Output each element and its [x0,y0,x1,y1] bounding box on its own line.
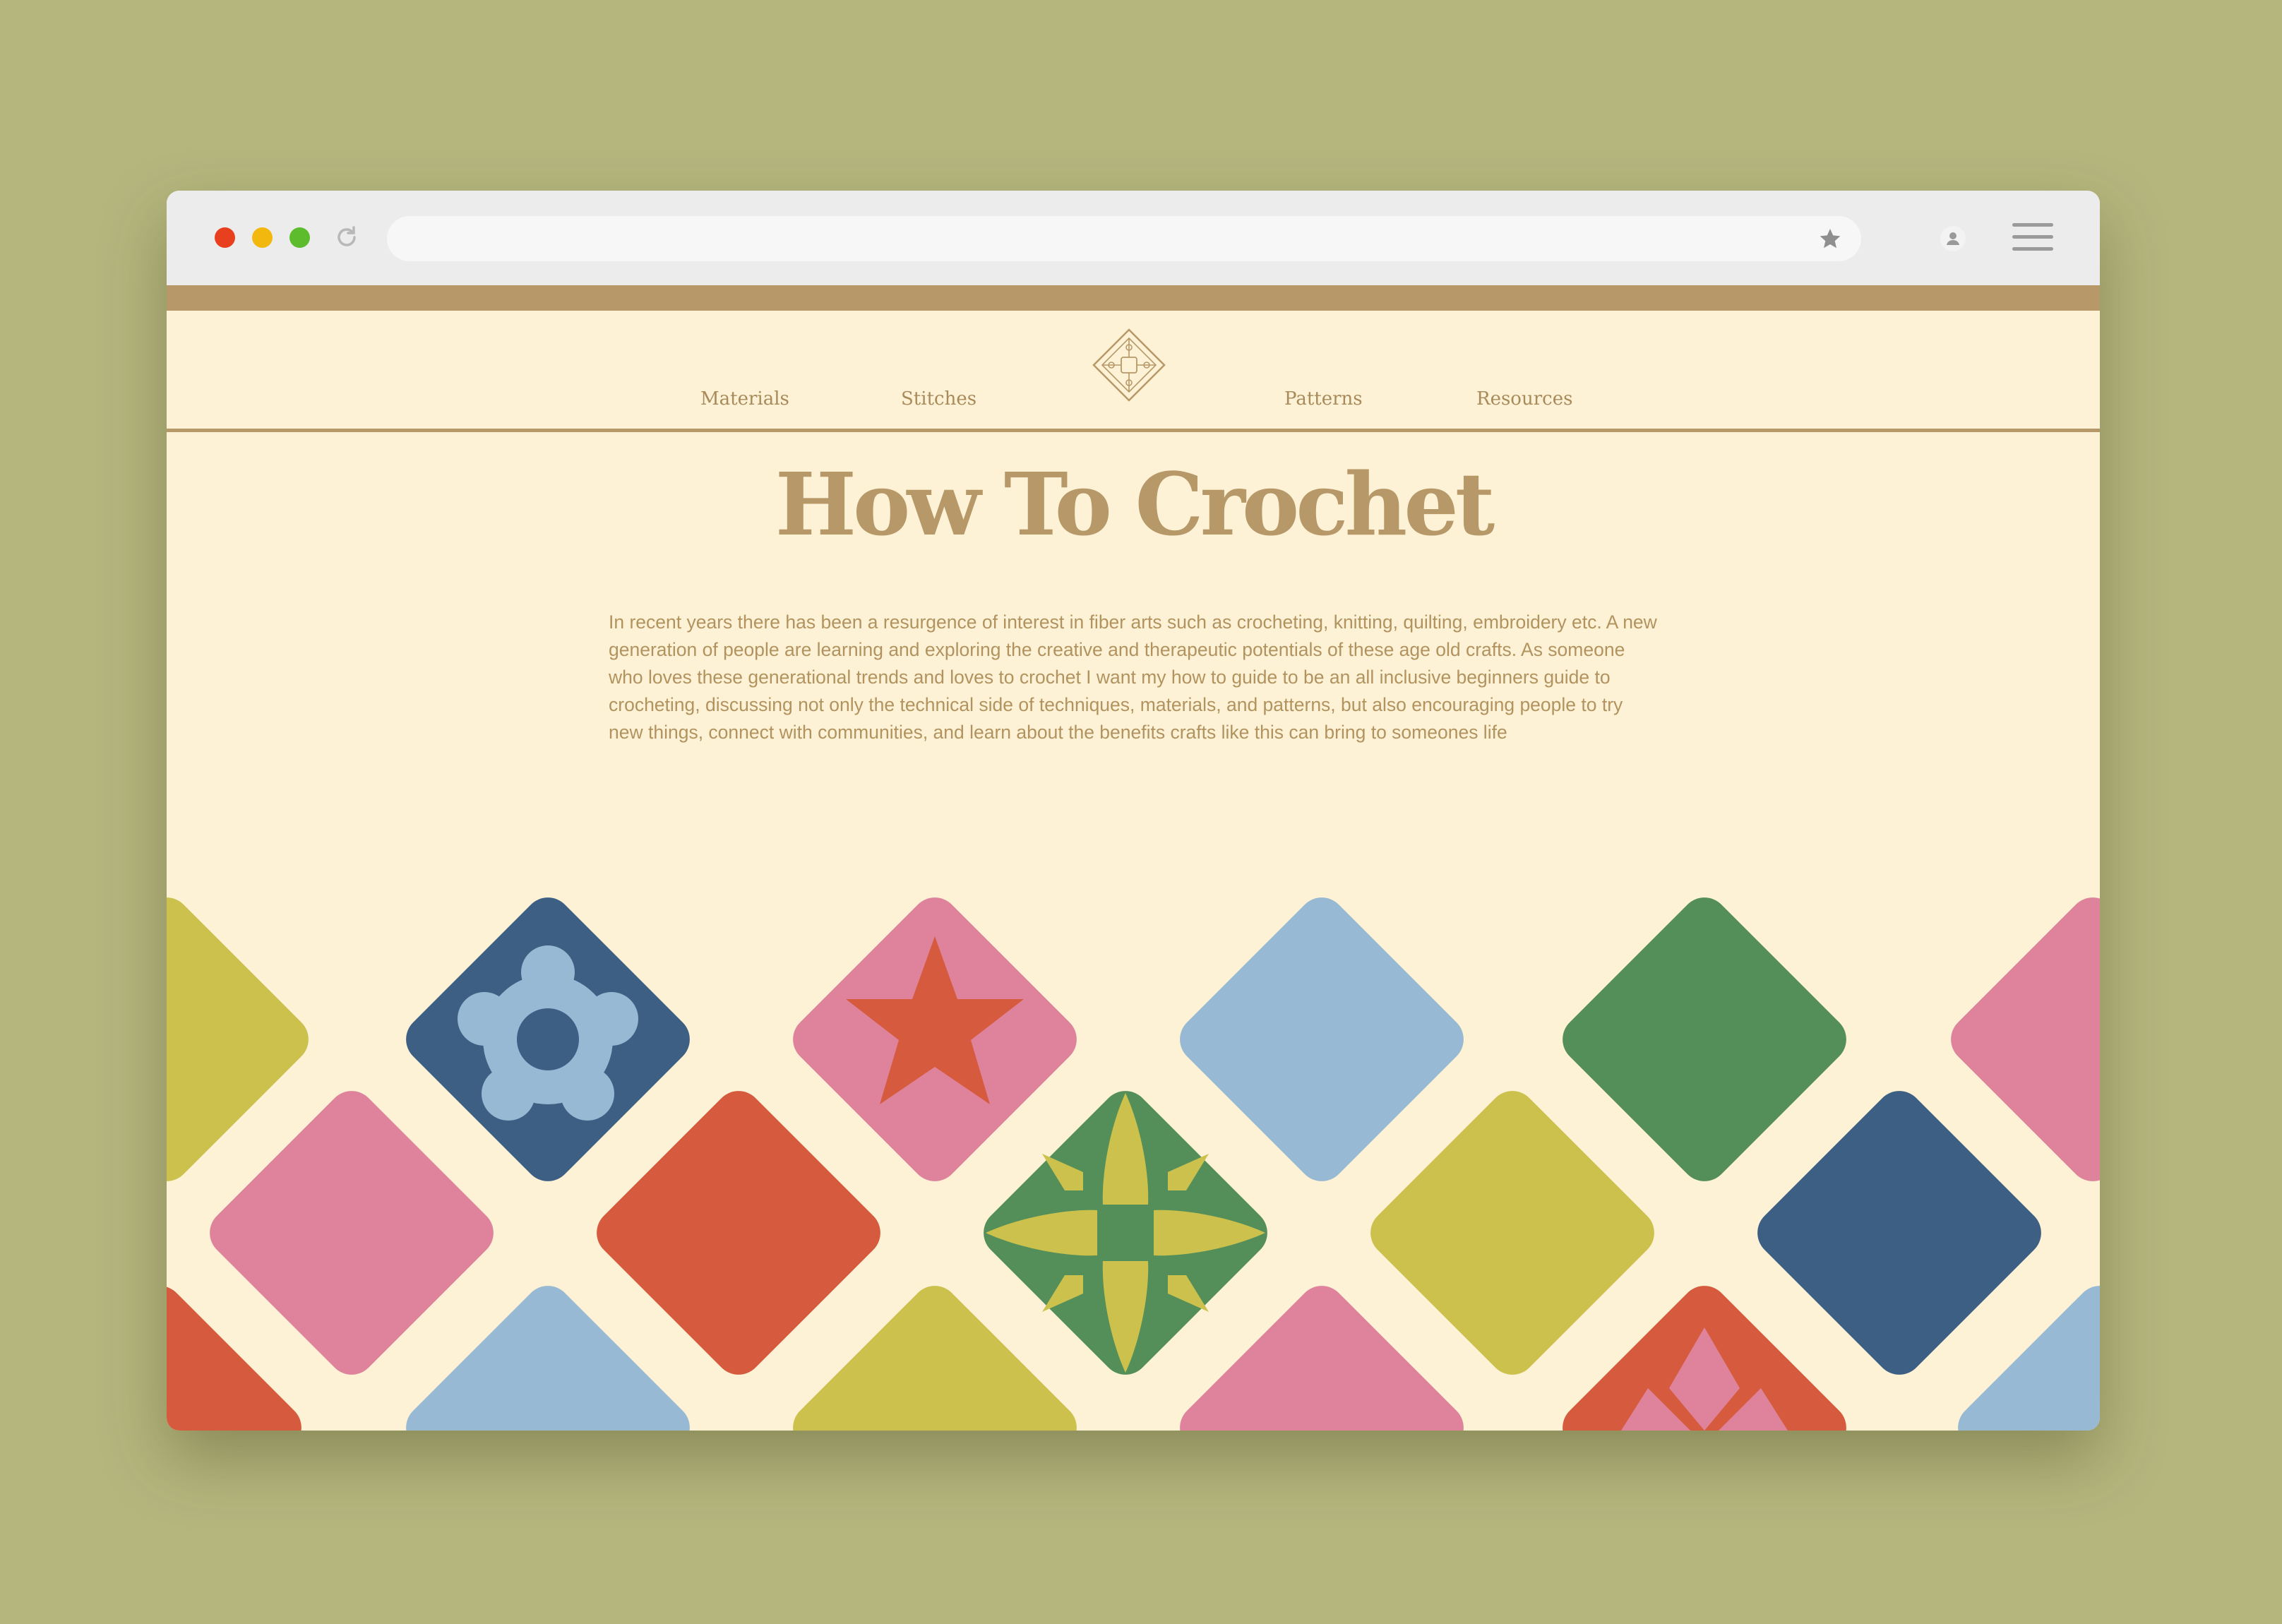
granny-square-tile-pattern [167,897,2100,1431]
browser-toolbar [167,191,2100,285]
intro-paragraph: In recent years there has been a resurge… [609,611,1657,743]
reload-icon[interactable] [334,225,359,250]
maximize-window-button[interactable] [289,227,310,248]
tile-pink [1951,897,2100,1181]
close-window-button[interactable] [215,227,235,248]
browser-window: Materials Stitches Patterns Resources Ho… [167,191,2100,1431]
site-navigation: Materials Stitches Patterns Resources [167,311,2100,432]
nav-link-resources[interactable]: Resources [1476,388,1572,410]
crochet-logo-icon[interactable] [1090,326,1168,404]
page-title: How To Crochet [775,453,1495,555]
hamburger-menu-icon[interactable] [2012,223,2053,253]
minimize-window-button[interactable] [252,227,273,248]
tile-red [597,1091,880,1375]
user-icon[interactable] [1940,226,1966,251]
nav-link-materials[interactable]: Materials [700,388,789,410]
tile-pink [210,1091,494,1375]
address-bar[interactable] [387,216,1861,261]
star-icon[interactable] [1819,227,1841,250]
top-accent-band [167,285,2100,311]
nav-link-patterns[interactable]: Patterns [1284,388,1363,410]
nav-link-stitches[interactable]: Stitches [901,388,976,410]
tile-navy [1757,1091,2041,1375]
tile-green [1563,897,1846,1181]
tile-lightblue [1180,897,1464,1181]
tile-yellow [1370,1091,1654,1375]
